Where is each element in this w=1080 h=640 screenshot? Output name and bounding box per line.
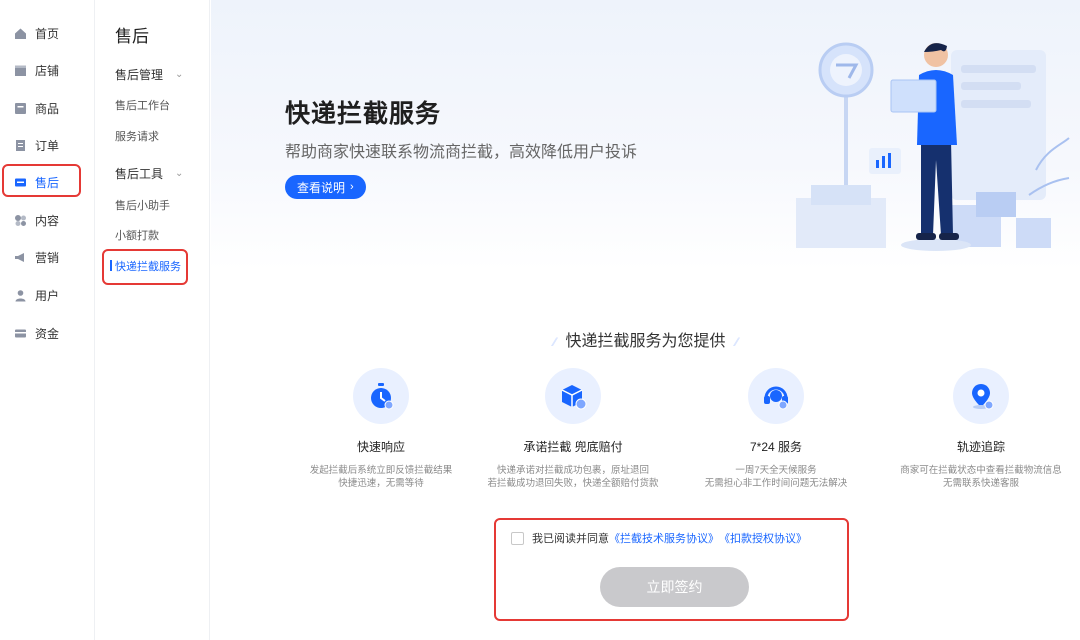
primary-sidebar: 首页 店铺 商品 订单 售后 内容 营销 用户 资金 [0,0,95,640]
feature-item-tracking: 轨迹追踪 商家可在拦截状态中查看拦截物流信息 无需联系快递客服 [881,368,1080,490]
nav-label: 用户 [35,288,60,303]
nav-item-marketing[interactable]: 营销 [10,244,82,270]
headset-icon [748,368,804,424]
feature-item-fast-response: 快速响应 发起拦截后系统立即反馈拦截结果 快捷迅速，无需等待 [281,368,481,490]
feature-name: 快速响应 [356,440,405,454]
feature-name: 轨迹追踪 [956,440,1005,454]
nav-label: 订单 [35,138,60,153]
nav-item-content[interactable]: 内容 [10,207,82,233]
subnav-item-assistant[interactable]: 售后小助手 [115,197,170,213]
view-instructions-button[interactable]: 查看说明 › [285,175,366,199]
hero-subtitle: 帮助商家快速联系物流商拦截，高效降低用户投诉 [285,144,638,161]
order-icon [13,138,27,152]
subnav-item-small-payment[interactable]: 小额打款 [115,227,159,243]
highlight-box-aftersale [2,164,81,197]
nav-item-home[interactable]: 首页 [10,20,82,46]
package-shield-icon [545,368,601,424]
highlight-box-express-intercept [102,249,188,285]
feature-name: 7*24 服务 [749,440,803,454]
feature-desc: 快递承诺对拦截成功包裹，原址退回 若拦截成功退回失败，快递全额赔付货款 [487,465,659,489]
nav-label: 内容 [35,213,60,228]
chevron-down-icon: ⌄ [175,69,184,80]
location-pin-icon [953,368,1009,424]
chevron-down-icon: ⌄ [175,168,184,179]
secondary-sidebar: 售后 售后管理 ⌄ 售后工作台 服务请求 售后工具 ⌄ 售后小助手 小额打款 快… [95,0,210,640]
deduction-authorization-agreement-link[interactable]: 《扣款授权协议》 [719,530,807,546]
subnav-group-tools[interactable]: 售后工具 ⌄ [115,165,183,182]
subnav-group-management[interactable]: 售后管理 ⌄ [115,66,183,83]
feature-desc: 一周7天全天候服务 无需担心非工作时间问题无法解决 [704,465,848,489]
decor-slashes-right: ⁄⁄ [735,335,739,349]
agreement-prefix: 我已阅读并同意 [532,533,609,545]
nav-item-shop[interactable]: 店铺 [10,57,82,83]
delivery-person-illustration [796,42,1070,251]
subnav-item-workbench[interactable]: 售后工作台 [115,97,170,113]
nav-item-funds[interactable]: 资金 [10,320,82,346]
nav-label: 首页 [35,26,60,41]
subnav-group-label: 售后工具 [115,167,164,181]
shop-icon [13,63,27,77]
marketing-icon [13,250,27,264]
feature-item-247-service: 7*24 服务 一周7天全天候服务 无需担心非工作时间问题无法解决 [676,368,876,490]
section-title-text: 快递拦截服务为您提供 [565,333,726,350]
intercept-service-agreement-link[interactable]: 《拦截技术服务协议》 [609,530,719,546]
user-icon [13,288,27,302]
main-content: 快递拦截服务 帮助商家快速联系物流商拦截，高效降低用户投诉 查看说明 › ⁄⁄ … [211,0,1080,640]
goods-icon [13,101,27,115]
content-icon [13,213,27,227]
hero-title: 快递拦截服务 [285,100,442,128]
agreement-checkbox[interactable] [511,531,524,545]
funds-icon [13,326,27,340]
nav-item-goods[interactable]: 商品 [10,95,82,121]
sign-now-button[interactable]: 立即签约 [600,567,749,607]
nav-label: 商品 [35,101,60,116]
section-title: ⁄⁄ 快递拦截服务为您提供 ⁄⁄ [211,327,1080,351]
feature-desc: 发起拦截后系统立即反馈拦截结果 快捷迅速，无需等待 [309,465,453,489]
decor-slashes-left: ⁄⁄ [553,335,556,349]
feature-list: 快速响应 发起拦截后系统立即反馈拦截结果 快捷迅速，无需等待 承诺拦截 兜底赔付… [281,368,1080,490]
feature-desc: 商家可在拦截状态中查看拦截物流信息 无需联系快递客服 [900,465,1062,489]
home-icon [13,26,27,40]
chevron-right-icon: › [350,181,354,193]
nav-label: 店铺 [35,63,60,78]
nav-item-order[interactable]: 订单 [10,132,82,158]
subnav-title: 售后 [115,27,149,46]
agreement-row: 我已阅读并同意 《拦截技术服务协议》 《扣款授权协议》 [511,530,807,546]
nav-label: 资金 [35,326,60,341]
nav-label: 营销 [35,250,60,265]
subnav-item-service-request[interactable]: 服务请求 [115,128,159,144]
feature-name: 承诺拦截 兜底赔付 [523,440,623,454]
feature-item-guaranteed-compensation: 承诺拦截 兜底赔付 快递承诺对拦截成功包裹，原址退回 若拦截成功退回失败，快递全… [473,368,673,490]
hero-banner: 快递拦截服务 帮助商家快速联系物流商拦截，高效降低用户投诉 查看说明 › [211,0,1080,270]
view-instructions-label: 查看说明 [297,180,346,195]
subnav-group-label: 售后管理 [115,68,164,82]
nav-item-user[interactable]: 用户 [10,282,82,308]
stopwatch-icon [353,368,409,424]
